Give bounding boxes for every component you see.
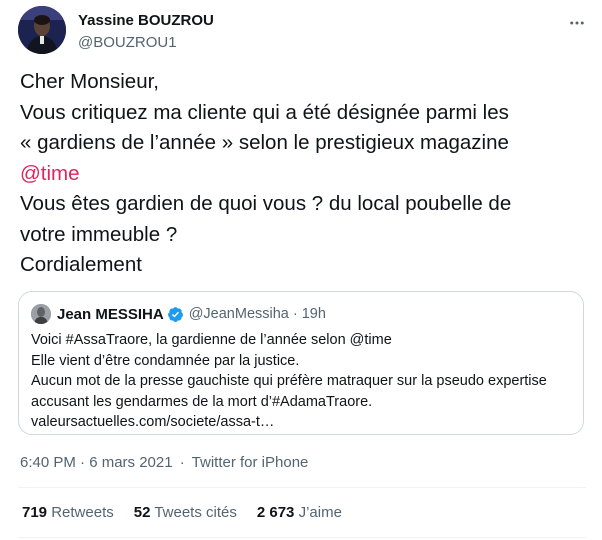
- quoted-time: 19h: [301, 306, 326, 322]
- tweet-line: Vous critiquez ma cliente qui a été dési…: [20, 100, 509, 124]
- profile-photo-icon: [31, 304, 51, 324]
- quotes-label: Tweets cités: [154, 504, 237, 521]
- tweet-line: Vous êtes gardien de quoi vous ? du loca…: [20, 192, 512, 215]
- tweet-text: Cher Monsieur, Vous critiquez ma cliente…: [20, 67, 585, 281]
- quoted-line: Voici #AssaTraore, la gardienne de l’ann…: [31, 332, 392, 348]
- quoted-line: Aucun mot de la presse gauchiste qui pré…: [31, 373, 547, 389]
- mention-link[interactable]: @time: [20, 159, 585, 190]
- quotes-stat[interactable]: 52 Tweets cités: [134, 504, 237, 521]
- quoted-tweet-header: Jean MESSIHA @JeanMessiha · 19h: [31, 303, 326, 325]
- tweet-line: Cher Monsieur,: [20, 70, 160, 93]
- quoted-tweet[interactable]: Jean MESSIHA @JeanMessiha · 19h Voici #A…: [18, 291, 584, 435]
- quoted-tweet-text: Voici #AssaTraore, la gardienne de l’ann…: [31, 330, 576, 433]
- author-handle[interactable]: @BOUZROU1: [78, 34, 177, 51]
- tweet-stats: 719 Retweets 52 Tweets cités 2 673 J’aim…: [22, 504, 342, 521]
- tweet-line: Cordialement: [20, 253, 142, 276]
- separator-dot: ·: [179, 454, 185, 471]
- tweet-timestamp[interactable]: 6:40 PM · 6 mars 2021: [20, 454, 173, 471]
- tweet-line: « gardiens de l’année » selon le prestig…: [20, 131, 509, 154]
- retweets-stat[interactable]: 719 Retweets: [22, 504, 114, 521]
- quoted-author-name: Jean MESSIHA: [57, 305, 164, 323]
- likes-count: 2 673: [256, 504, 295, 521]
- author-name[interactable]: Yassine BOUZROU: [78, 12, 214, 29]
- divider: [18, 537, 586, 538]
- tweet-header: Yassine BOUZROU @BOUZROU1: [18, 6, 588, 60]
- divider: [18, 487, 586, 488]
- likes-stat[interactable]: 2 673 J’aime: [257, 504, 342, 521]
- tweet-card: Yassine BOUZROU @BOUZROU1 Cher Monsieur,…: [0, 0, 602, 540]
- avatar[interactable]: [18, 6, 66, 54]
- quoted-avatar: [31, 304, 51, 324]
- verified-badge-icon: [167, 306, 183, 322]
- more-horizontal-icon: [570, 21, 584, 25]
- more-options-button[interactable]: [566, 12, 588, 34]
- quoted-line: accusant les gendarmes de la mort d’#Ada…: [31, 393, 373, 410]
- likes-label: J’aime: [298, 504, 342, 521]
- retweets-count: 719: [22, 504, 48, 521]
- retweets-label: Retweets: [51, 504, 114, 521]
- quoted-author-handle: @JeanMessiha: [188, 306, 289, 322]
- quoted-link: valeursactuelles.com/societe/assa-t…: [31, 414, 275, 430]
- tweet-line: votre immeuble ?: [20, 222, 178, 246]
- separator-dot: ·: [292, 306, 298, 322]
- quotes-count: 52: [133, 504, 151, 521]
- quoted-line: Elle vient d’être condamnée par la justi…: [31, 352, 300, 369]
- tweet-source[interactable]: Twitter for iPhone: [192, 454, 309, 471]
- profile-photo-icon: [18, 6, 66, 54]
- tweet-meta: 6:40 PM · 6 mars 2021 · Twitter for iPho…: [20, 454, 308, 471]
